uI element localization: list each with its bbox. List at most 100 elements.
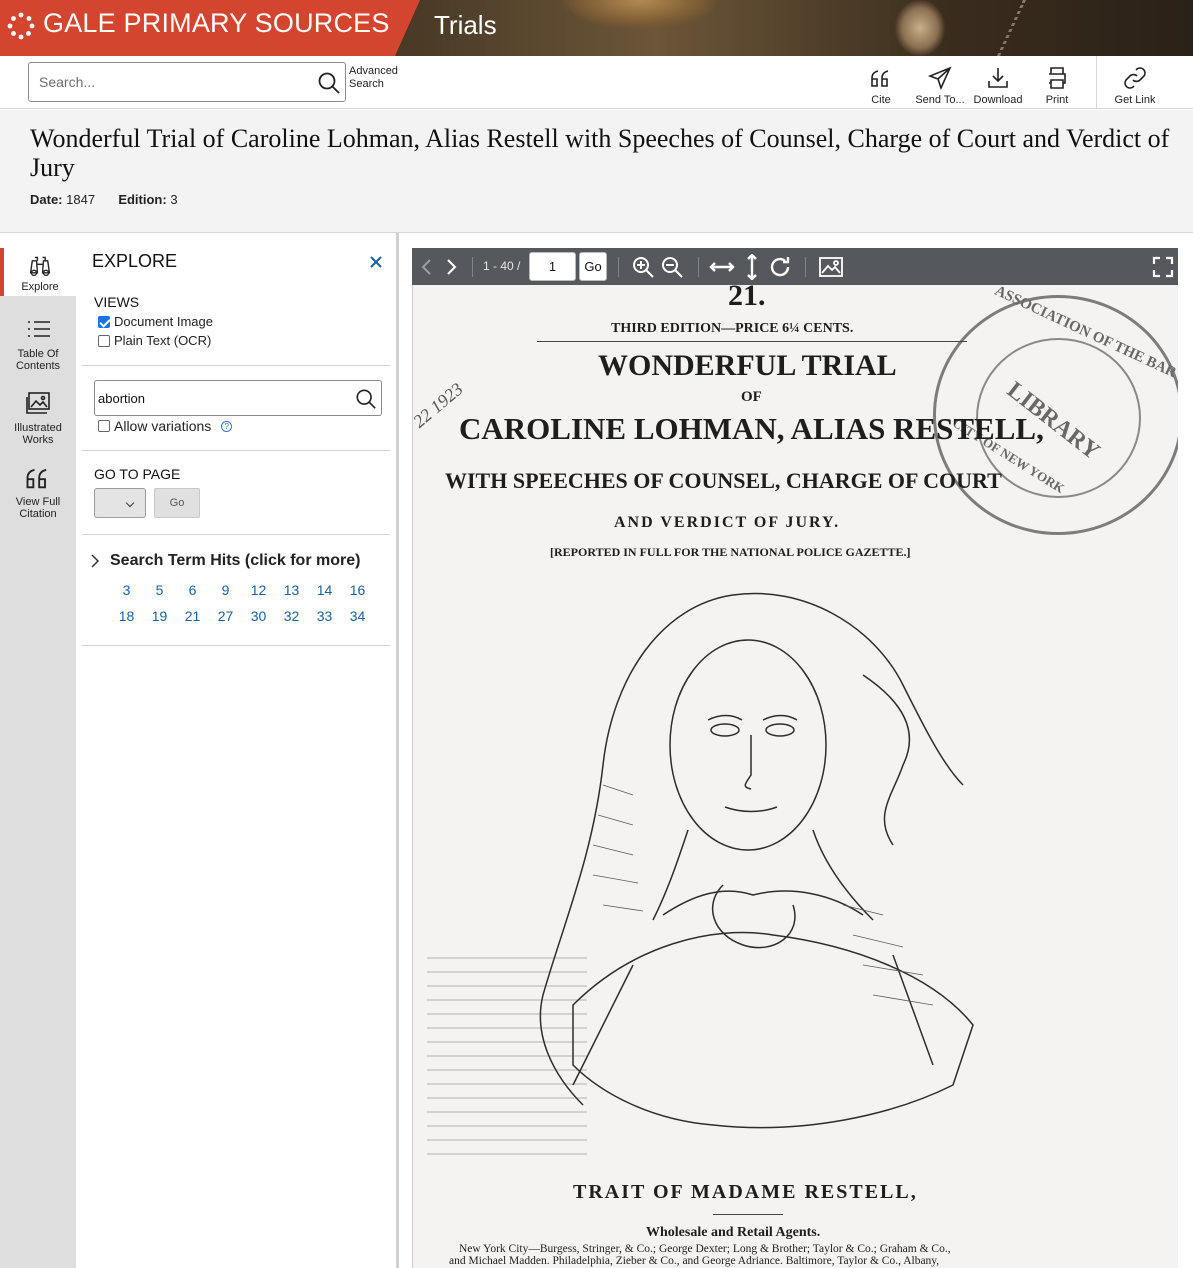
- agents-line: and Michael Madden. Philadelphia, Zieber…: [449, 1255, 940, 1267]
- toolbar-divider: [698, 257, 699, 277]
- section-divider: [82, 365, 390, 366]
- search-input[interactable]: [29, 63, 309, 101]
- document-image-checkbox[interactable]: [98, 315, 110, 328]
- advanced-search-label: Search: [349, 78, 384, 90]
- hit-page-link[interactable]: 27: [209, 608, 242, 625]
- view-document-image-option[interactable]: Document Image: [98, 314, 213, 329]
- rail-label: Table Of: [17, 348, 59, 360]
- agents-line: New York City—Burgess, Stringer, & Co.; …: [459, 1243, 951, 1255]
- document-image-label: Document Image: [114, 314, 213, 329]
- section-divider: [82, 534, 390, 535]
- advanced-search-label: Advanced: [349, 65, 398, 77]
- rotate-icon[interactable]: [767, 254, 793, 280]
- link-icon: [1124, 67, 1146, 89]
- get-link-button[interactable]: Get Link: [1100, 64, 1170, 106]
- search-icon[interactable]: [317, 71, 341, 95]
- page-go-button[interactable]: Go: [579, 252, 607, 281]
- headline-speeches: WITH SPEECHES OF COUNSEL, CHARGE OF COUR…: [445, 468, 1002, 493]
- next-page-icon[interactable]: [438, 254, 464, 280]
- gale-logo-icon: [7, 12, 35, 40]
- banner-decoration: [895, 0, 945, 56]
- hit-page-link[interactable]: 21: [176, 608, 209, 625]
- agents-heading: Wholesale and Retail Agents.: [646, 1225, 821, 1240]
- rail-item-view-full-citation[interactable]: View Full Citation: [0, 464, 76, 520]
- fullscreen-icon[interactable]: [1150, 254, 1176, 280]
- collection-name[interactable]: Trials: [434, 10, 497, 41]
- download-icon: [988, 68, 1008, 88]
- help-icon[interactable]: ?: [221, 420, 233, 432]
- close-icon[interactable]: [366, 252, 386, 272]
- toolbar: Advanced Search Cite Send To... Download…: [0, 56, 1193, 109]
- print-icon: [1049, 67, 1066, 89]
- price-line: THIRD EDITION—PRICE 6¼ CENTS.: [611, 321, 854, 336]
- print-label: Print: [1045, 94, 1069, 106]
- previous-page-icon[interactable]: [414, 254, 440, 280]
- image-icon: [26, 392, 50, 414]
- search-term-hits-list: 3 5 6 9 12 13 14 16 18 19 21 27 30 32 33…: [110, 582, 374, 625]
- page-select[interactable]: [94, 488, 146, 518]
- edition-value: 3: [170, 192, 178, 207]
- toolbar-divider: [472, 257, 473, 277]
- edition-label: Edition:: [118, 192, 167, 207]
- search-icon[interactable]: [355, 388, 377, 410]
- plain-text-label: Plain Text (OCR): [114, 333, 212, 348]
- hit-page-link[interactable]: 9: [209, 582, 242, 599]
- rule-line: [713, 1214, 783, 1215]
- hit-page-link[interactable]: 33: [308, 608, 341, 625]
- toolbar-divider: [805, 257, 806, 277]
- hit-page-link[interactable]: 3: [110, 582, 143, 599]
- explore-title: EXPLORE: [92, 251, 178, 271]
- cite-label: Cite: [871, 94, 891, 106]
- go-to-page-button[interactable]: Go: [154, 488, 200, 518]
- views-label: VIEWS: [94, 294, 140, 310]
- allow-variations-option[interactable]: Allow variations ?: [98, 418, 233, 434]
- hit-page-link[interactable]: 6: [176, 582, 209, 599]
- header-banner: GALE PRIMARY SOURCES Trials: [0, 0, 1193, 56]
- date-label: Date:: [30, 192, 63, 207]
- rail-item-table-of-contents[interactable]: Table Of Contents: [0, 316, 76, 372]
- section-divider: [82, 645, 390, 646]
- hit-page-link[interactable]: 30: [242, 608, 275, 625]
- quote-icon: [871, 70, 889, 87]
- hit-page-link[interactable]: 34: [341, 608, 374, 625]
- search-term-hits-toggle[interactable]: Search Term Hits (click for more): [90, 552, 360, 570]
- zoom-out-icon[interactable]: [659, 254, 685, 280]
- fit-height-icon[interactable]: [739, 254, 765, 280]
- banner-decoration: [560, 0, 720, 30]
- portrait-caption: TRAIT OF MADAME RESTELL,: [573, 1181, 918, 1203]
- plain-text-checkbox[interactable]: [98, 334, 110, 347]
- image-settings-icon[interactable]: [818, 254, 844, 280]
- hit-page-link[interactable]: 12: [242, 582, 275, 599]
- rail-item-explore[interactable]: Explore: [0, 248, 76, 296]
- explore-panel: EXPLORE VIEWS Document Image Plain Text …: [76, 248, 396, 1268]
- hit-page-link[interactable]: 14: [308, 582, 341, 599]
- hit-page-link[interactable]: 32: [275, 608, 308, 625]
- view-plain-text-option[interactable]: Plain Text (OCR): [98, 333, 211, 348]
- advanced-search-link[interactable]: Advanced Search: [349, 65, 409, 91]
- hit-page-link[interactable]: 5: [143, 582, 176, 599]
- page-range: 1 - 40 /: [483, 259, 521, 273]
- term-search-input[interactable]: [95, 381, 350, 415]
- page-number-input[interactable]: 1: [529, 252, 576, 281]
- print-button[interactable]: Print: [1022, 64, 1092, 106]
- headline-name: CAROLINE LOHMAN, ALIAS RESTELL,: [459, 411, 1044, 446]
- hit-page-link[interactable]: 19: [143, 608, 176, 625]
- hit-page-link[interactable]: 16: [341, 582, 374, 599]
- panel-resize-handle[interactable]: [396, 233, 399, 1268]
- banner-decoration: [996, 0, 1084, 56]
- brand-block[interactable]: GALE PRIMARY SOURCES: [0, 0, 420, 56]
- document-page-image[interactable]: ASSOCIATION OF THE BAR LIBRARY CITY OF N…: [412, 285, 1178, 1268]
- rail-item-illustrated-works[interactable]: Illustrated Works: [0, 390, 76, 446]
- go-to-page-label: GO TO PAGE: [94, 466, 181, 482]
- document-header: Wonderful Trial of Caroline Lohman, Alia…: [0, 110, 1193, 233]
- rail-label: Works: [22, 434, 54, 446]
- hit-page-link[interactable]: 13: [275, 582, 308, 599]
- reported-line: [REPORTED IN FULL FOR THE NATIONAL POLIC…: [550, 545, 911, 559]
- binoculars-icon: [29, 256, 51, 277]
- viewer-toolbar: 1 - 40 / 1 Go: [412, 248, 1178, 285]
- hit-page-link[interactable]: 18: [110, 608, 143, 625]
- search-box: [28, 62, 346, 102]
- allow-variations-checkbox[interactable]: [98, 420, 110, 432]
- fit-width-icon[interactable]: [709, 254, 735, 280]
- zoom-in-icon[interactable]: [630, 254, 656, 280]
